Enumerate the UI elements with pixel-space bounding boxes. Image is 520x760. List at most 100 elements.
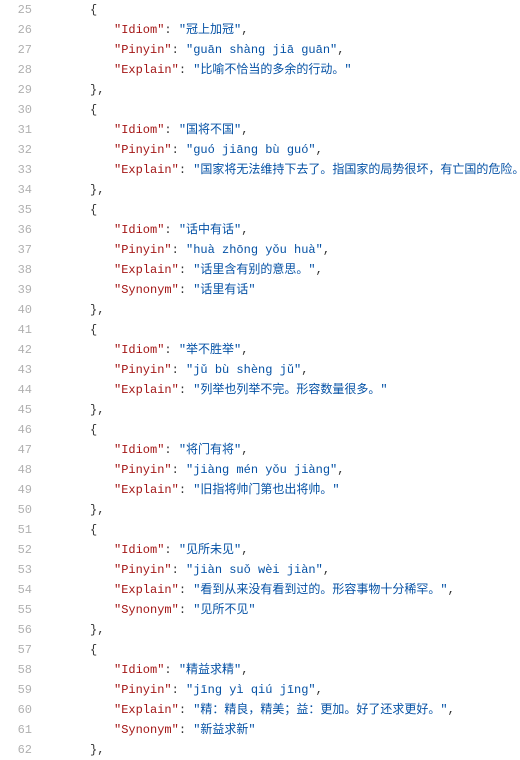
json-string-value: "huà zhōng yǒu huà" [186, 243, 323, 257]
code-line: "Pinyin": "guó jiāng bù guó", [42, 140, 520, 160]
json-string-value: "见所不见" [193, 603, 255, 617]
code-line: "Pinyin": "huà zhōng yǒu huà", [42, 240, 520, 260]
json-key: "Idiom" [114, 223, 164, 237]
json-string-value: "新益求新" [193, 723, 255, 737]
brace-open: { [90, 3, 97, 17]
brace-close: }, [90, 623, 104, 637]
line-number: 47 [0, 440, 32, 460]
json-key: "Idiom" [114, 123, 164, 137]
code-line: "Explain": "看到从来没有看到过的。形容事物十分稀罕。", [42, 580, 520, 600]
json-string-value: "jiàn suǒ wèi jiàn" [186, 563, 323, 577]
line-number: 38 [0, 260, 32, 280]
json-key: "Pinyin" [114, 563, 172, 577]
colon: : [172, 683, 186, 697]
line-number: 31 [0, 120, 32, 140]
code-line: "Explain": "列举也列举不完。形容数量很多。" [42, 380, 520, 400]
colon: : [172, 43, 186, 57]
line-number: 54 [0, 580, 32, 600]
line-number: 51 [0, 520, 32, 540]
json-key: "Pinyin" [114, 43, 172, 57]
json-key: "Pinyin" [114, 143, 172, 157]
line-number: 34 [0, 180, 32, 200]
code-line: "Explain": "国家将无法维持下去了。指国家的局势很坏，有亡国的危险。" [42, 160, 520, 180]
line-number: 58 [0, 660, 32, 680]
line-number: 44 [0, 380, 32, 400]
line-number: 62 [0, 740, 32, 760]
json-string-value: "国将不国" [179, 123, 241, 137]
colon: : [179, 703, 193, 717]
json-string-value: "话中有话" [179, 223, 241, 237]
line-number: 59 [0, 680, 32, 700]
brace-open: { [90, 523, 97, 537]
comma: , [316, 263, 323, 277]
json-key: "Pinyin" [114, 363, 172, 377]
comma: , [301, 363, 308, 377]
line-number: 50 [0, 500, 32, 520]
json-key: "Synonym" [114, 283, 179, 297]
line-number: 46 [0, 420, 32, 440]
colon: : [164, 443, 178, 457]
code-line: "Explain": "比喻不恰当的多余的行动。" [42, 60, 520, 80]
colon: : [179, 603, 193, 617]
json-string-value: "精：精良，精美；益：更加。好了还求更好。" [193, 703, 447, 717]
code-line: }, [42, 300, 520, 320]
json-key: "Pinyin" [114, 243, 172, 257]
line-number: 32 [0, 140, 32, 160]
json-string-value: "guó jiāng bù guó" [186, 143, 316, 157]
brace-close: }, [90, 183, 104, 197]
comma: , [448, 703, 455, 717]
brace-open: { [90, 203, 97, 217]
line-number-gutter: 2526272829303132333435363738394041424344… [0, 0, 42, 760]
colon: : [164, 343, 178, 357]
code-line: "Pinyin": "jǔ bù shèng jǔ", [42, 360, 520, 380]
colon: : [179, 263, 193, 277]
json-key: "Pinyin" [114, 463, 172, 477]
line-number: 56 [0, 620, 32, 640]
line-number: 35 [0, 200, 32, 220]
json-string-value: "精益求精" [179, 663, 241, 677]
code-line: "Pinyin": "jiàn suǒ wèi jiàn", [42, 560, 520, 580]
line-number: 60 [0, 700, 32, 720]
colon: : [179, 583, 193, 597]
code-line: { [42, 100, 520, 120]
json-string-value: "话里含有别的意思。" [193, 263, 315, 277]
code-content[interactable]: {"Idiom": "冠上加冠","Pinyin": "guān shàng j… [42, 0, 520, 760]
colon: : [164, 543, 178, 557]
colon: : [164, 663, 178, 677]
colon: : [179, 63, 193, 77]
code-line: "Pinyin": "jīng yì qiú jīng", [42, 680, 520, 700]
json-key: "Explain" [114, 63, 179, 77]
json-key: "Explain" [114, 383, 179, 397]
json-key: "Synonym" [114, 723, 179, 737]
code-line: { [42, 640, 520, 660]
json-key: "Explain" [114, 163, 179, 177]
line-number: 45 [0, 400, 32, 420]
line-number: 26 [0, 20, 32, 40]
brace-close: }, [90, 503, 104, 517]
code-line: "Synonym": "话里有话" [42, 280, 520, 300]
code-line: "Pinyin": "guān shàng jiā guān", [42, 40, 520, 60]
json-key: "Idiom" [114, 543, 164, 557]
colon: : [172, 363, 186, 377]
line-number: 43 [0, 360, 32, 380]
json-string-value: "guān shàng jiā guān" [186, 43, 337, 57]
code-line: }, [42, 80, 520, 100]
json-string-value: "jiàng mén yǒu jiàng" [186, 463, 337, 477]
line-number: 61 [0, 720, 32, 740]
colon: : [172, 563, 186, 577]
comma: , [241, 23, 248, 37]
colon: : [179, 283, 193, 297]
json-key: "Idiom" [114, 343, 164, 357]
code-line: { [42, 420, 520, 440]
line-number: 49 [0, 480, 32, 500]
colon: : [172, 143, 186, 157]
code-editor: 2526272829303132333435363738394041424344… [0, 0, 520, 760]
colon: : [179, 163, 193, 177]
line-number: 53 [0, 560, 32, 580]
code-line: { [42, 320, 520, 340]
line-number: 41 [0, 320, 32, 340]
colon: : [164, 223, 178, 237]
comma: , [316, 143, 323, 157]
colon: : [179, 483, 193, 497]
json-string-value: "看到从来没有看到过的。形容事物十分稀罕。" [193, 583, 447, 597]
